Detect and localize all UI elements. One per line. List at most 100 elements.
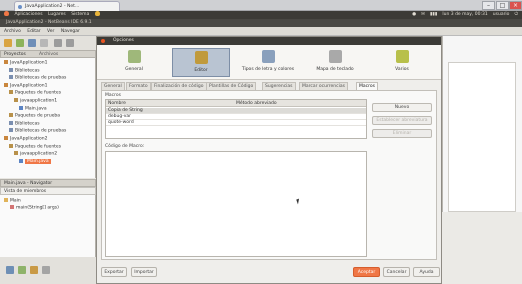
tab-proyectos[interactable]: Proyectos bbox=[4, 52, 26, 57]
category-label: General bbox=[125, 67, 143, 72]
tray-item[interactable]: usuario bbox=[493, 12, 510, 17]
menu-navegar[interactable]: Navegar bbox=[61, 29, 80, 34]
package-icon bbox=[9, 113, 13, 118]
tab-plantillas-de-c-digo[interactable]: Plantillas de Código bbox=[206, 82, 257, 90]
tray-item[interactable]: ▮▮▮ bbox=[430, 12, 437, 17]
column-shortcut-header[interactable]: Método abreviado bbox=[236, 100, 277, 107]
ubuntu-logo-icon bbox=[4, 11, 9, 16]
accept-button[interactable]: Aceptar bbox=[353, 267, 380, 277]
minimize-button[interactable]: – bbox=[482, 1, 495, 10]
set-shortcut-button: Establecer abreviatura bbox=[372, 116, 432, 125]
tree-node[interactable]: Main.java bbox=[19, 158, 51, 165]
browser-tab[interactable]: JavaApplication2 - Net... bbox=[14, 1, 120, 11]
tab-formato[interactable]: Formato bbox=[126, 82, 151, 90]
macros-label: Macros bbox=[105, 93, 121, 98]
undo-icon[interactable] bbox=[54, 39, 62, 47]
tab-sugerencias[interactable]: Sugerencias bbox=[262, 82, 296, 90]
system-panel: Aplicaciones Lugares Sistema ● ✉ ▮▮▮ lun 3 … bbox=[0, 11, 522, 19]
macro-code-label: Código de Macro: bbox=[105, 144, 145, 149]
tree-node[interactable]: JavaApplication1 bbox=[4, 60, 48, 66]
notification-icon[interactable] bbox=[18, 266, 26, 274]
tree-node-label: Paquetes de fuentes bbox=[15, 144, 62, 150]
output-icon[interactable] bbox=[30, 266, 38, 274]
navigator-node-label: main(String[] args) bbox=[16, 205, 59, 211]
editor-pane[interactable] bbox=[448, 62, 516, 212]
menu-lugares[interactable]: Lugares bbox=[48, 12, 66, 17]
tray-item[interactable]: lun 3 de may, 00:31 bbox=[442, 12, 487, 17]
help-button[interactable]: Ayuda bbox=[413, 267, 440, 277]
menu-sistema[interactable]: Sistema bbox=[71, 12, 89, 17]
tree-node[interactable]: Bibliotecas bbox=[9, 67, 40, 74]
category-varios[interactable]: Varios bbox=[373, 48, 431, 77]
tree-node[interactable]: Paquetes de prueba bbox=[9, 113, 60, 119]
tab-favicon-icon bbox=[18, 5, 22, 9]
column-name-header[interactable]: Nombre bbox=[108, 100, 126, 107]
tree-node[interactable]: Bibliotecas bbox=[9, 120, 40, 127]
tab-marcar-ocurrencias[interactable]: Marcar ocurrencias bbox=[299, 82, 348, 90]
macros-table: Nombre Método abreviado Copia de String d… bbox=[105, 99, 367, 139]
menu-archivo[interactable]: Archivo bbox=[4, 29, 21, 34]
category-general[interactable]: General bbox=[105, 48, 163, 77]
java-icon bbox=[19, 158, 23, 163]
tray-item[interactable]: ● bbox=[412, 12, 416, 17]
tree-node[interactable]: javaapplication2 bbox=[14, 151, 57, 157]
task-icon[interactable] bbox=[6, 266, 14, 274]
macros-tab-panel: Macros Nombre Método abreviado Copia de … bbox=[101, 90, 437, 260]
dialog-close-icon[interactable] bbox=[101, 39, 105, 43]
status-bar-left bbox=[0, 257, 96, 284]
navigator-panel-header: Main.java - Navigator bbox=[0, 179, 96, 187]
options-category-bar: General Editor Tipos de letra y colores Map… bbox=[97, 45, 441, 80]
tray-item[interactable]: ✉ bbox=[421, 12, 425, 17]
menu-editar[interactable]: Editar bbox=[27, 29, 40, 34]
navigator-filter-select[interactable]: Vista de miembros bbox=[0, 187, 96, 195]
category-mapa[interactable]: Mapa de teclado bbox=[306, 48, 364, 77]
import-button[interactable]: Importar bbox=[131, 267, 157, 277]
new-project-icon[interactable] bbox=[4, 39, 12, 47]
tree-node-label: javaapplication2 bbox=[20, 151, 58, 157]
tab-macros[interactable]: Macros bbox=[356, 82, 378, 90]
tree-node[interactable]: Bibliotecas de pruebas bbox=[9, 128, 66, 134]
progress-icon[interactable] bbox=[42, 266, 50, 274]
navigator-node-label: Main bbox=[10, 198, 21, 204]
menu-aplicaciones[interactable]: Aplicaciones bbox=[14, 12, 42, 17]
tree-node[interactable]: Paquetes de fuentes bbox=[9, 143, 62, 150]
redo-icon[interactable] bbox=[66, 39, 74, 47]
category-icon bbox=[395, 50, 409, 63]
ide-window-title: JavaApplication2 - NetBeans IDE 6.9.1 bbox=[0, 19, 522, 27]
macro-code-editor[interactable] bbox=[105, 151, 367, 257]
coffee-icon bbox=[4, 136, 8, 140]
tree-node[interactable]: Bibliotecas de pruebas bbox=[9, 75, 66, 81]
tab-archivos[interactable]: Archivos bbox=[39, 51, 58, 58]
tray-item[interactable]: ⏻ bbox=[514, 12, 518, 17]
close-button[interactable]: × bbox=[509, 1, 522, 10]
tab-general[interactable]: General bbox=[101, 82, 125, 90]
tree-node-label: Main.java bbox=[25, 106, 47, 112]
category-label: Mapa de teclado bbox=[316, 67, 354, 72]
maximize-button[interactable]: □ bbox=[496, 1, 509, 10]
firefox-icon[interactable] bbox=[94, 11, 100, 16]
table-row[interactable]: quote-word bbox=[106, 120, 366, 126]
category-icon bbox=[127, 50, 141, 63]
save-all-icon[interactable] bbox=[40, 39, 48, 47]
tree-node[interactable]: JavaApplication1 bbox=[4, 82, 48, 89]
navigator-node[interactable]: main(String[] args) bbox=[10, 205, 59, 211]
navigator-node[interactable]: Main bbox=[4, 198, 21, 204]
tab-finalizaci-n-de-c-digo[interactable]: Finalización de código bbox=[151, 82, 207, 90]
tree-node-label: Bibliotecas de pruebas bbox=[15, 128, 67, 134]
dialog-footer: Exportar Importar Aceptar Cancelar Ayuda bbox=[97, 263, 441, 283]
tree-node[interactable]: Main.java bbox=[19, 105, 47, 112]
macro-name: quote-word bbox=[108, 120, 134, 125]
category-editor[interactable]: Editor bbox=[172, 48, 230, 77]
tree-node[interactable]: Paquetes de fuentes bbox=[9, 90, 61, 96]
coffee-icon bbox=[4, 60, 8, 64]
menu-ver[interactable]: Ver bbox=[47, 29, 54, 34]
tree-node[interactable]: javaapplication1 bbox=[14, 98, 57, 104]
open-project-icon[interactable] bbox=[28, 39, 36, 47]
export-button[interactable]: Exportar bbox=[101, 267, 127, 277]
cancel-button[interactable]: Cancelar bbox=[383, 267, 410, 277]
category-tipos[interactable]: Tipos de letra y colores bbox=[239, 48, 297, 77]
new-macro-button[interactable]: Nuevo bbox=[372, 103, 432, 112]
tree-node[interactable]: JavaApplication2 bbox=[4, 136, 48, 142]
new-file-icon[interactable] bbox=[16, 39, 24, 47]
tree-node-label: Paquetes de fuentes bbox=[15, 90, 62, 96]
